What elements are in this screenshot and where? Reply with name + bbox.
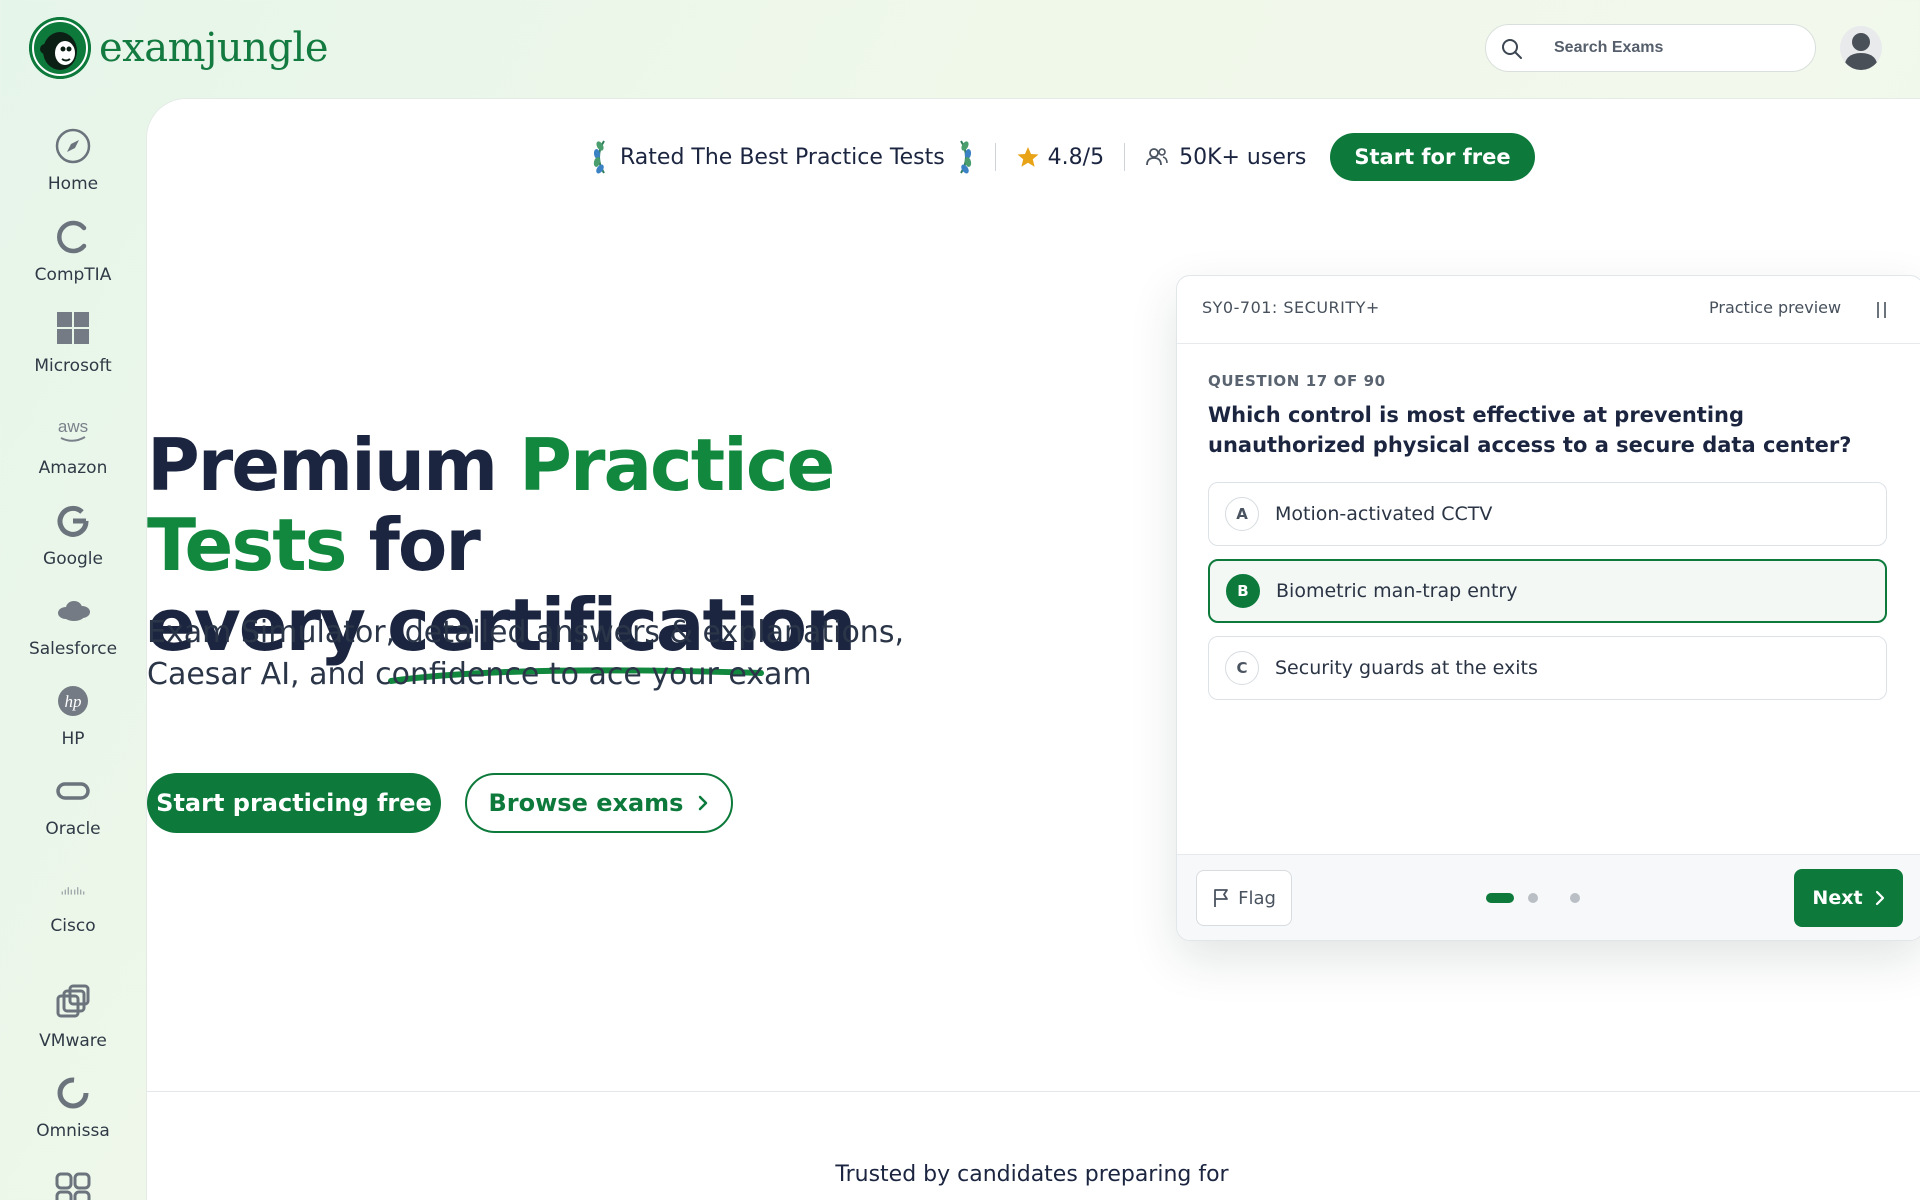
svg-text:hp: hp	[65, 692, 82, 711]
sidebar-item-more[interactable]	[0, 1170, 146, 1200]
practice-preview-card: SY0-701: SECURITY+ Practice preview QUES…	[1176, 275, 1920, 941]
card-footer: Flag Next	[1177, 854, 1920, 940]
top-bar: examjungle	[0, 0, 1920, 98]
chevron-right-icon	[1875, 890, 1884, 906]
aws-logo-icon: aws	[58, 417, 88, 442]
flag-icon	[1214, 889, 1228, 907]
star-icon	[1017, 147, 1039, 167]
salesforce-cloud-icon	[58, 601, 90, 621]
sidebar-item-cisco[interactable]: Cisco	[0, 884, 146, 936]
pause-icon[interactable]	[1874, 300, 1890, 320]
question-number: QUESTION 17 OF 90	[1208, 372, 1386, 390]
laurel-left-icon	[593, 140, 605, 174]
main-content: Rated The Best Practice Tests 4.8/5 50K+…	[146, 98, 1920, 1200]
option-letter: B	[1226, 574, 1260, 608]
cisco-logo-icon	[61, 887, 85, 895]
omnissa-logo-icon	[57, 1077, 89, 1109]
sidebar-item-amazon[interactable]: aws Amazon	[0, 410, 146, 478]
sidebar-item-google[interactable]: Google	[0, 501, 146, 569]
search-bar[interactable]	[1485, 24, 1816, 72]
sidebar-item-microsoft[interactable]: Microsoft	[0, 308, 146, 376]
comptia-logo-icon	[57, 220, 87, 254]
vendor-sidebar: Home CompTIA Microsoft aws Amazon Google	[0, 98, 146, 1200]
progress-dots	[1486, 893, 1580, 903]
hp-logo-icon: hp	[58, 686, 88, 716]
user-count: 50K+ users	[1179, 144, 1307, 170]
user-avatar-icon	[1844, 33, 1878, 70]
start-practicing-button[interactable]: Start practicing free	[147, 773, 441, 833]
sidebar-item-comptia[interactable]: CompTIA	[0, 217, 146, 285]
mode-label: Practice preview	[1709, 298, 1842, 317]
hero-subtitle: Exam Simulator, detailed answers & expla…	[147, 615, 904, 692]
sidebar-item-home[interactable]: Home	[0, 126, 146, 194]
vmware-logo-icon	[56, 984, 90, 1018]
chimp-logo-icon	[29, 17, 91, 79]
progress-dot-active[interactable]	[1486, 893, 1514, 903]
sidebar-item-hp[interactable]: hp HP	[0, 681, 146, 749]
progress-dot[interactable]	[1570, 893, 1580, 903]
option-text: Security guards at the exits	[1275, 657, 1538, 679]
rated-headline: Rated The Best Practice Tests	[620, 144, 945, 170]
user-avatar[interactable]	[1840, 26, 1882, 70]
sidebar-item-vmware[interactable]: VMware	[0, 983, 146, 1051]
option-text: Biometric man-trap entry	[1276, 580, 1518, 602]
sidebar-item-omnissa[interactable]: Omnissa	[0, 1073, 146, 1141]
users-icon	[1146, 148, 1168, 166]
trusted-by-heading: Trusted by candidates preparing for	[835, 1162, 1229, 1187]
rating-bar: Rated The Best Practice Tests 4.8/5 50K+…	[590, 133, 1535, 181]
option-text: Motion-activated CCTV	[1275, 503, 1493, 525]
start-for-free-button[interactable]: Start for free	[1330, 133, 1535, 181]
compass-icon	[55, 128, 91, 164]
search-icon	[1502, 39, 1522, 59]
brand-name: examjungle	[99, 25, 329, 71]
svg-text:aws: aws	[58, 417, 88, 436]
sidebar-item-salesforce[interactable]: Salesforce	[0, 591, 146, 659]
rating-score: 4.8/5	[1047, 144, 1105, 170]
divider	[1124, 143, 1126, 171]
sidebar-item-oracle[interactable]: Oracle	[0, 771, 146, 839]
card-header: SY0-701: SECURITY+ Practice preview	[1177, 276, 1920, 344]
exam-code: SY0-701: SECURITY+	[1202, 298, 1380, 317]
brand-logo[interactable]: examjungle	[29, 17, 329, 79]
flag-button[interactable]: Flag	[1196, 870, 1292, 926]
oracle-logo-icon	[56, 782, 90, 800]
laurel-right-icon	[959, 140, 971, 174]
grid-icon	[55, 1172, 91, 1200]
next-button[interactable]: Next	[1794, 869, 1903, 927]
divider	[994, 143, 996, 171]
progress-dot[interactable]	[1528, 893, 1538, 903]
option-letter: A	[1225, 497, 1259, 531]
option-letter: C	[1225, 651, 1259, 685]
browse-exams-button[interactable]: Browse exams	[465, 773, 733, 833]
section-divider	[147, 1091, 1920, 1092]
answer-option-c[interactable]: C Security guards at the exits	[1208, 636, 1887, 700]
answer-option-b[interactable]: B Biometric man-trap entry	[1208, 559, 1887, 623]
chevron-right-icon	[699, 795, 708, 811]
answer-option-a[interactable]: A Motion-activated CCTV	[1208, 482, 1887, 546]
microsoft-logo-icon	[57, 312, 89, 344]
question-text: Which control is most effective at preve…	[1208, 403, 1852, 457]
search-input[interactable]	[1554, 25, 1804, 71]
google-logo-icon	[57, 505, 89, 537]
